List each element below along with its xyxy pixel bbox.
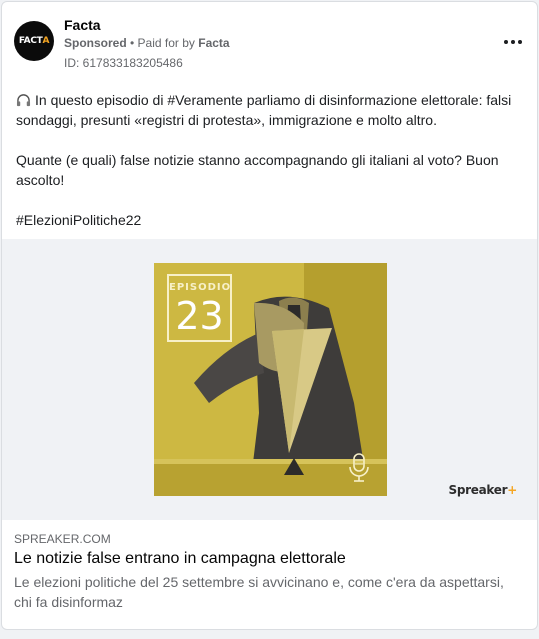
separator: •	[126, 36, 138, 50]
headphones-icon	[16, 94, 31, 107]
spreaker-logo: Spreaker+	[448, 483, 518, 497]
body-paragraph-1-text: In questo episodio di #Veramente parliam…	[16, 92, 512, 128]
page-avatar[interactable]: FACT A	[14, 21, 54, 61]
podcast-artwork: EPISODIO 23	[154, 263, 387, 496]
link-media[interactable]: EPISODIO 23 Spreaker+	[2, 239, 537, 520]
body-hashtag[interactable]: #ElezioniPolitiche22	[16, 210, 516, 230]
link-title[interactable]: Le notizie false entrano in campagna ele…	[14, 549, 525, 569]
more-options-icon[interactable]	[501, 32, 525, 52]
paid-for-prefix: Paid for by	[137, 36, 199, 50]
avatar-text: FACT	[18, 36, 43, 46]
paid-for-name[interactable]: Facta	[198, 36, 229, 50]
link-domain: SPREAKER.COM	[14, 532, 111, 546]
body-paragraph-1: In questo episodio di #Veramente parliam…	[16, 90, 516, 130]
episode-label: EPISODIO	[169, 282, 232, 293]
page-name[interactable]: Facta	[64, 17, 101, 33]
episode-badge: EPISODIO 23	[167, 274, 232, 342]
ad-id: ID: 617833183205486	[64, 56, 183, 70]
link-description: Le elezioni politiche del 25 settembre s…	[14, 574, 504, 610]
avatar-accent: A	[42, 36, 50, 46]
post-body: In questo episodio di #Veramente parliam…	[16, 90, 516, 230]
post-header: FACT A Facta Sponsored • Paid for by Fact…	[14, 16, 525, 72]
ad-card: FACT A Facta Sponsored • Paid for by Fact…	[1, 1, 538, 630]
sponsored-label[interactable]: Sponsored	[64, 36, 127, 50]
episode-number: 23	[175, 294, 224, 338]
link-preview[interactable]: SPREAKER.COM Le notizie false entrano in…	[2, 520, 537, 629]
body-paragraph-2: Quante (e quali) false notizie stanno ac…	[16, 152, 499, 188]
microphone-icon	[349, 453, 369, 482]
sponsored-line: Sponsored • Paid for by Facta	[64, 36, 230, 50]
